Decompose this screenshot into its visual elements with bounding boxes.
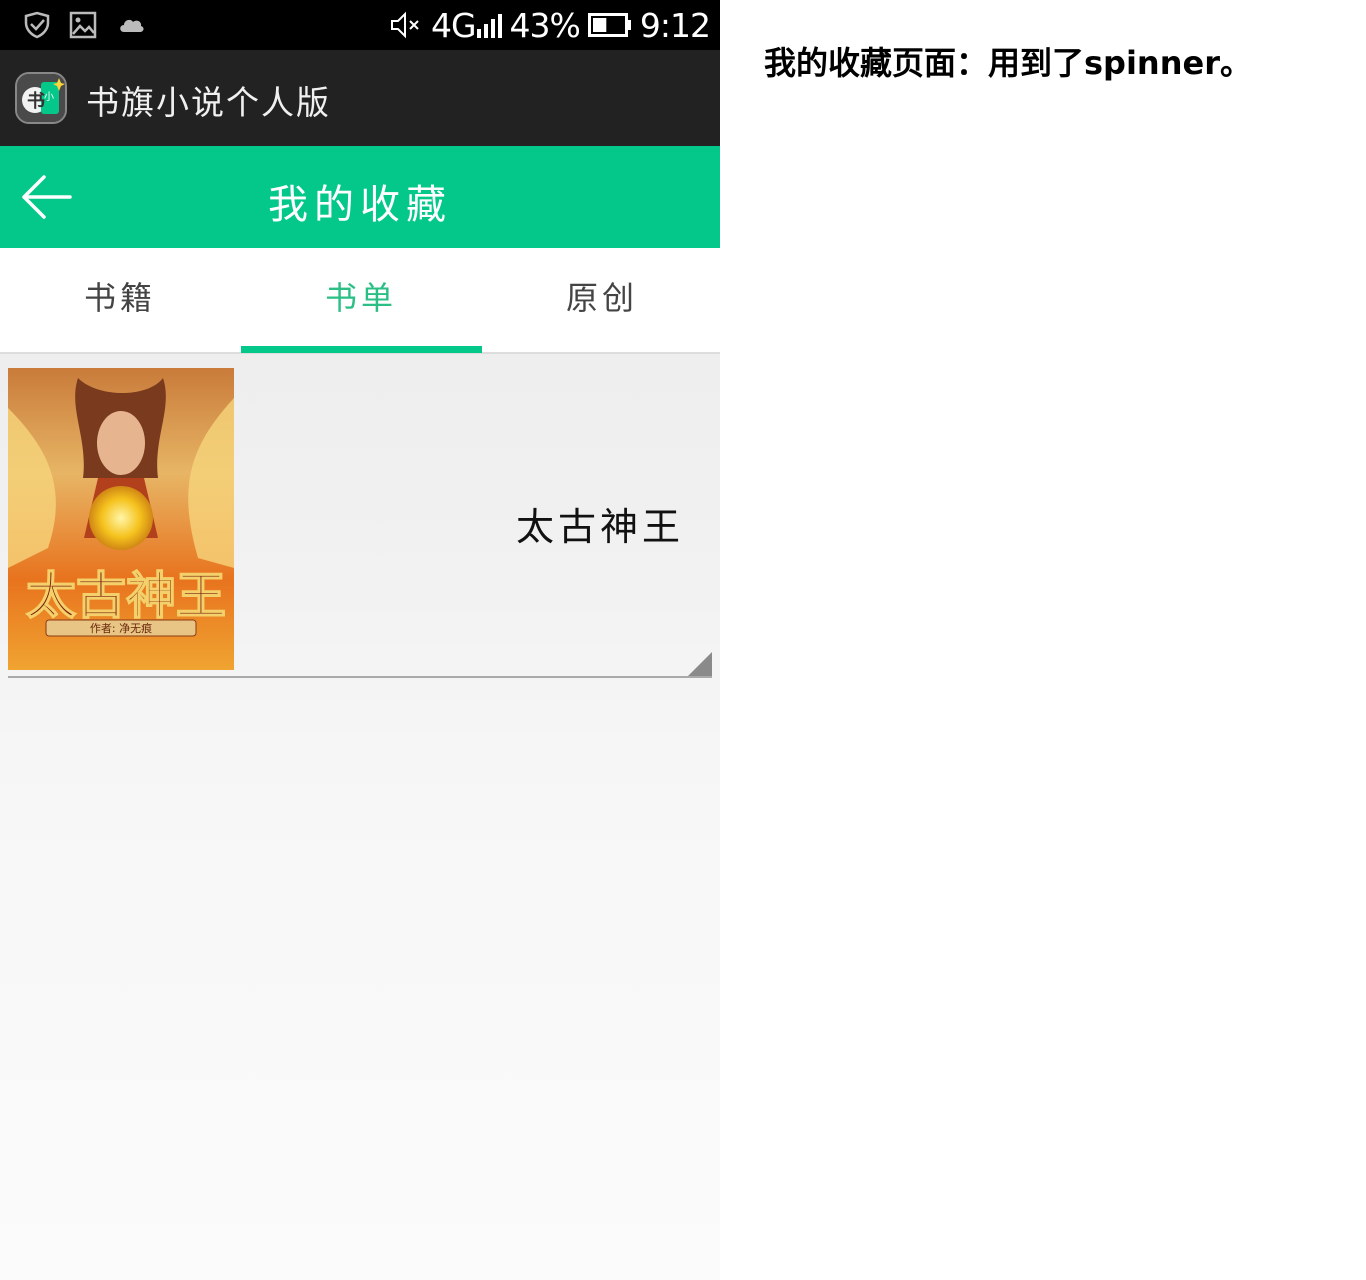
app-title-bar: 书 小 书旗小说个人版 xyxy=(0,50,720,146)
status-bar: 4G 43% 9:12 xyxy=(0,0,720,50)
phone-screen: 4G 43% 9:12 书 小 书旗小说个人版 我的收藏 书籍 书单 原创 太古… xyxy=(0,0,720,1280)
battery-icon xyxy=(587,13,631,37)
image-icon xyxy=(69,11,97,39)
shield-check-icon xyxy=(24,11,50,39)
svg-text:小: 小 xyxy=(44,91,54,103)
svg-text:书: 书 xyxy=(27,91,45,112)
book-title: 太古神王 xyxy=(515,505,684,549)
battery-percent: 43% xyxy=(509,5,581,45)
book-cover-image: 太古神王 作者: 净无痕 xyxy=(8,368,234,670)
clock: 9:12 xyxy=(639,5,711,45)
speaker-mute-icon xyxy=(390,11,419,39)
tab-active-indicator xyxy=(241,346,482,353)
tab-original[interactable]: 原创 xyxy=(482,248,720,352)
network-type: 4G xyxy=(430,5,477,45)
cover-title-text: 太古神王 xyxy=(26,566,226,625)
spinner-underline xyxy=(8,676,712,678)
cloud-icon xyxy=(120,19,144,32)
tab-bar: 书籍 书单 原创 xyxy=(0,248,720,354)
annotation-text: 我的收藏页面：用到了spinner。 xyxy=(764,44,1252,82)
spinner-arrow-icon xyxy=(688,652,712,676)
cover-subtitle-text: 作者: 净无痕 xyxy=(90,621,152,635)
page-title: 我的收藏 xyxy=(268,182,452,228)
app-title: 书旗小说个人版 xyxy=(86,83,331,122)
app-logo-icon: 书 小 xyxy=(15,72,67,124)
page-header: 我的收藏 xyxy=(0,146,720,248)
book-spinner[interactable]: 太古神王 作者: 净无痕 太古神王 xyxy=(8,366,712,678)
status-bar-right: 4G 43% 9:12 xyxy=(389,0,711,50)
signal-icon xyxy=(476,14,502,38)
tab-booklists[interactable]: 书单 xyxy=(241,248,481,352)
tab-books[interactable]: 书籍 xyxy=(0,248,240,352)
